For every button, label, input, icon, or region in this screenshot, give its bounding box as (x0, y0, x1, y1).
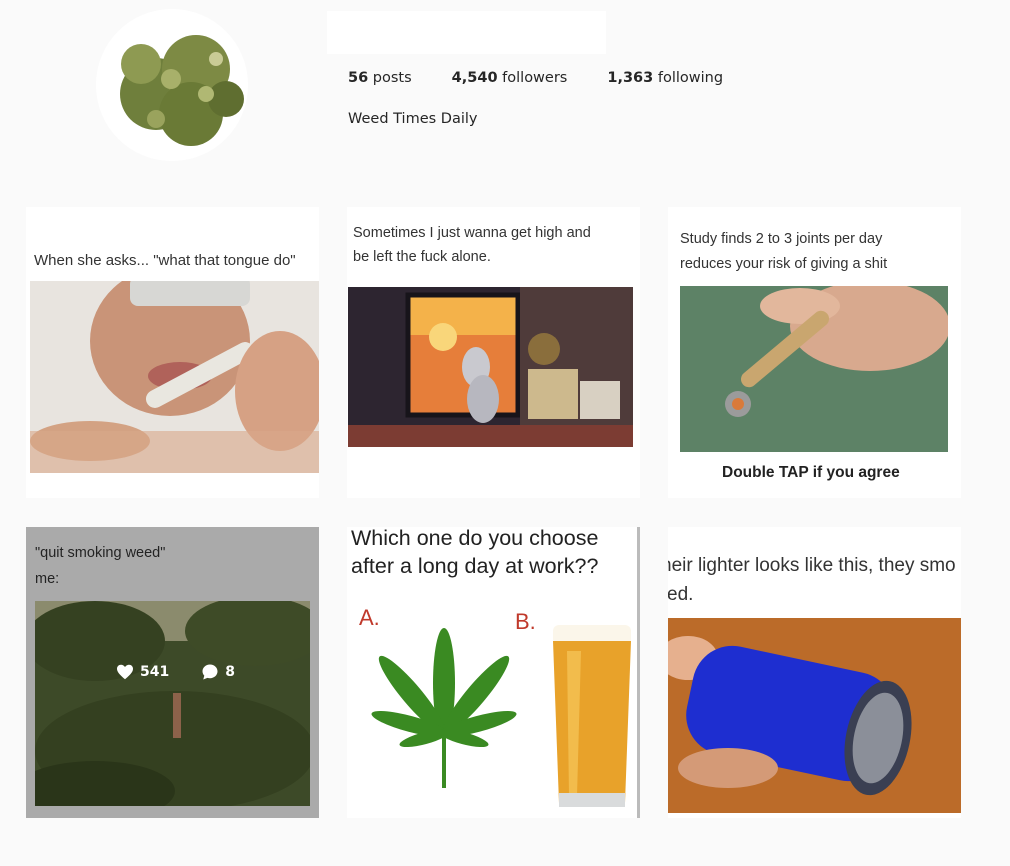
cannabis-buds-photo (96, 9, 248, 161)
post-3-joint-photo (680, 286, 948, 452)
post-1[interactable]: When she asks... "what that tongue do" (26, 207, 319, 498)
post-6[interactable]: heir lighter looks like this, they smo e… (668, 527, 961, 818)
comment-icon (202, 664, 218, 680)
post-3-caption-line2: reduces your risk of giving a shit (680, 256, 888, 272)
posts-label: posts (368, 70, 412, 86)
post-4-comment-count: 8 (225, 664, 235, 680)
post-4-engagement: 541 8 (116, 663, 267, 681)
heart-icon (117, 664, 133, 680)
followers-stat[interactable]: 4,540 followers (452, 70, 568, 86)
username-heading (327, 11, 606, 54)
posts-count: 56 (348, 70, 369, 86)
profile-bio: Weed Times Daily (348, 111, 478, 127)
post-2[interactable]: Sometimes I just wanna get high and be l… (347, 207, 640, 498)
post-4[interactable]: "quit smoking weed" me: 541 8 (26, 527, 319, 818)
post-3[interactable]: Study finds 2 to 3 joints per day reduce… (668, 207, 961, 498)
post-3-caption-line1: Study finds 2 to 3 joints per day (680, 231, 883, 247)
post-5-caption-line1: Which one do you choose (351, 527, 599, 550)
post-1-photo (30, 281, 319, 473)
post-2-cartoon (348, 287, 633, 447)
post-4-likes: 541 (116, 664, 177, 680)
post-4-like-count: 541 (140, 664, 170, 680)
post-3-footer: Double TAP if you agree (722, 464, 900, 481)
post-5-edge (637, 527, 640, 818)
post-4-comments: 8 (201, 663, 243, 681)
profile-stats: 56 posts 4,540 followers 1,363 following (348, 70, 763, 86)
post-1-caption: When she asks... "what that tongue do" (34, 252, 296, 269)
post-2-caption-line1: Sometimes I just wanna get high and (353, 225, 591, 241)
following-count: 1,363 (607, 70, 654, 86)
beer-glass-icon (553, 625, 631, 807)
post-2-caption-line2: be left the fuck alone. (353, 249, 491, 265)
profile-avatar[interactable] (96, 9, 248, 161)
post-6-caption-line1: heir lighter looks like this, they smo (668, 555, 956, 576)
post-6-caption-line2: ed. (668, 584, 694, 605)
cannabis-leaf-icon (371, 628, 517, 788)
followers-count: 4,540 (451, 70, 498, 86)
following-stat[interactable]: 1,363 following (607, 70, 723, 86)
post-5-caption-line2: after a long day at work?? (351, 554, 599, 578)
post-6-lighter-photo (668, 618, 961, 813)
post-5[interactable]: Which one do you choose after a long day… (347, 527, 640, 818)
posts-stat: 56 posts (348, 70, 412, 86)
followers-label: followers (497, 70, 568, 86)
following-label: following (653, 70, 724, 86)
